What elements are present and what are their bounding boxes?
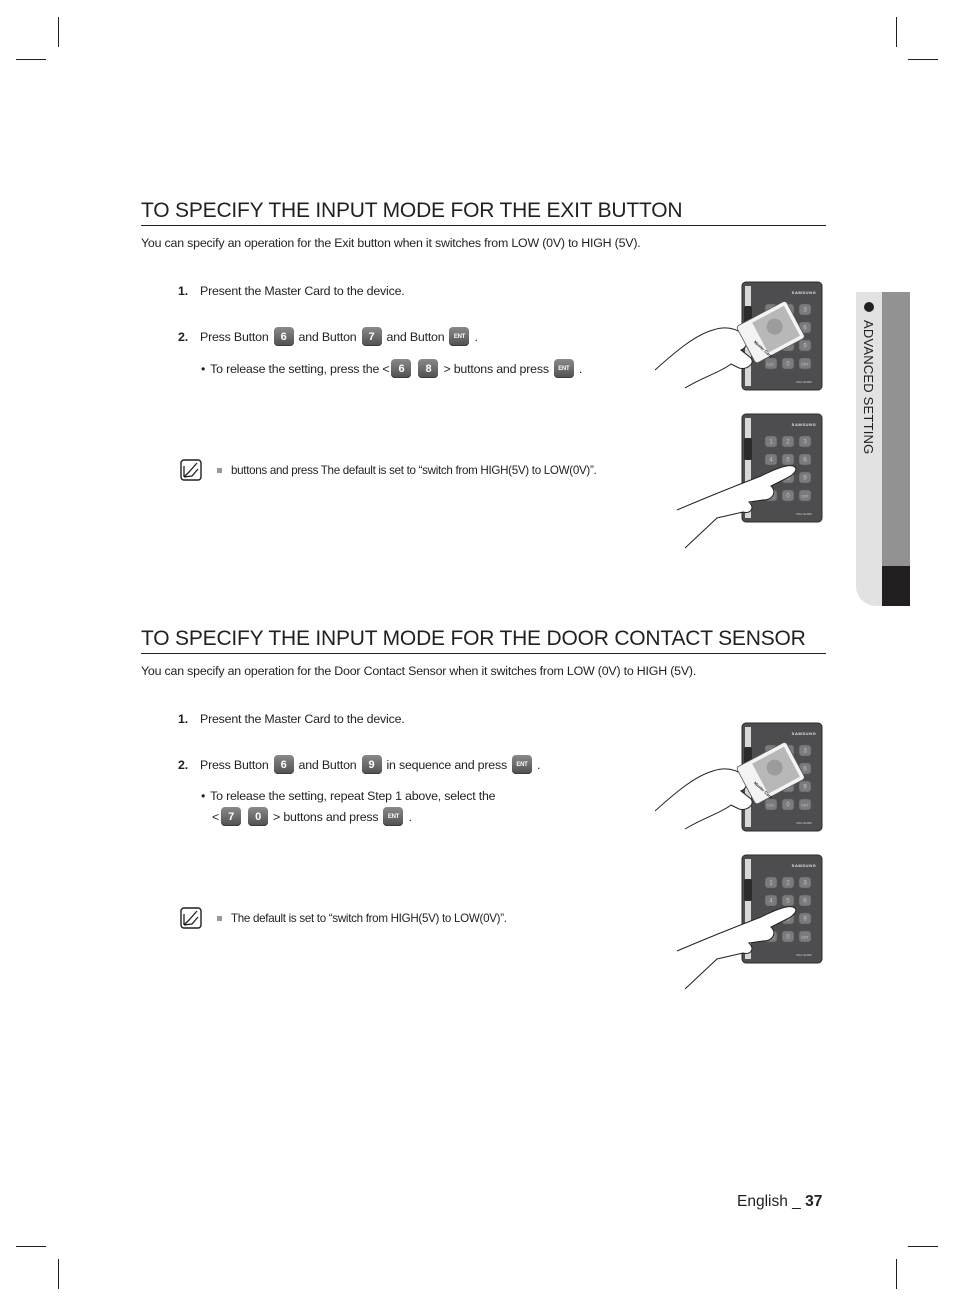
note-text: buttons and press The default is set to … <box>231 463 597 477</box>
side-tab-dark <box>882 566 910 606</box>
hand-outline <box>655 327 753 389</box>
crop-mark <box>16 59 46 60</box>
step-2: 2. Press Button 6 and Button 7 and Butto… <box>178 327 478 346</box>
step-number: 2. <box>178 329 188 344</box>
page-number: 37 <box>805 1193 823 1210</box>
crop-mark <box>58 1259 59 1289</box>
illustration-present-card: SAMSUNG123456789ESC0ENTSSA-S2000Master C… <box>655 722 823 832</box>
crop-mark <box>16 1246 46 1247</box>
key-icon: 6 <box>391 359 412 378</box>
step-number: 1. <box>178 712 188 726</box>
bullet-text: . <box>408 809 412 824</box>
device-model: SSA-S2000 <box>796 821 812 825</box>
key-icon: 6 <box>273 755 294 774</box>
step-text: Present the Master Card to the device. <box>200 712 405 726</box>
note-bullet <box>217 467 222 473</box>
device-key-label: ESC <box>767 804 775 808</box>
device-led <box>744 438 752 460</box>
step-text: . <box>536 757 541 772</box>
device-key-label: ESC <box>767 363 775 367</box>
section-intro: You can specify an operation for the Exi… <box>141 236 641 250</box>
step-text: in sequence and press <box>386 757 508 772</box>
enter-key-icon: ENT <box>511 755 532 774</box>
device-brand: SAMSUNG <box>792 863 817 868</box>
note: buttons and press The default is set to … <box>180 459 597 481</box>
note-bullet <box>217 915 222 921</box>
section-intro: You can specify an operation for the Doo… <box>141 664 697 678</box>
bullet-text: . <box>578 361 583 376</box>
device-model: SSA-S2000 <box>796 512 812 516</box>
step-text: and Button <box>298 757 357 772</box>
device-brand: SAMSUNG <box>792 290 817 295</box>
enter-key-icon: ENT <box>383 807 404 826</box>
crop-mark <box>896 1259 897 1289</box>
bullet-dot: • <box>201 361 206 376</box>
device-model: SSA-S2000 <box>796 380 812 384</box>
step-text: . <box>474 329 478 344</box>
device-key-label: ENT <box>802 363 810 367</box>
step-2: 2. Press Button 6 and Button 9 in sequen… <box>178 755 540 774</box>
bullet-dot: • <box>201 789 206 803</box>
enter-key-icon: ENT <box>553 359 574 378</box>
release-instruction: • To release the setting, repeat Step 1 … <box>201 789 496 803</box>
bullet-text: To release the setting, repeat Step 1 ab… <box>210 789 496 803</box>
device-key-label: ENT <box>802 936 810 940</box>
step-number: 2. <box>178 757 188 772</box>
chapter-side-tab: ADVANCED SETTING <box>856 292 910 606</box>
release-instruction-cont: < 7 0 > buttons and press ENT . <box>212 807 412 826</box>
bullet-text: > buttons and press <box>273 809 379 824</box>
side-tab-mid <box>882 292 910 566</box>
crop-mark <box>896 17 897 47</box>
release-instruction: • To release the setting, press the < 6 … <box>201 359 582 378</box>
step-number: 1. <box>178 284 188 298</box>
key-icon: 8 <box>418 359 439 378</box>
step-text: and Button <box>386 329 445 344</box>
device-key-label: ENT <box>802 804 810 808</box>
step-1: 1. Present the Master Card to the device… <box>178 284 405 298</box>
footer-language: English _ <box>737 1193 806 1210</box>
illustration-press-button: SAMSUNG123456789ESC0ENTSSA-S2000 <box>676 854 823 990</box>
note: The default is set to “switch from HIGH(… <box>180 907 507 929</box>
bullet-text: > buttons and press <box>443 361 549 376</box>
step-text: Press Button <box>200 329 269 344</box>
device-led <box>744 879 752 901</box>
bullet-dot-icon <box>864 302 874 312</box>
device-brand: SAMSUNG <box>792 422 817 427</box>
page-footer: English _ 37 <box>737 1193 822 1211</box>
section-title-exit-button: TO SPECIFY THE INPUT MODE FOR THE EXIT B… <box>141 199 826 226</box>
key-icon: 7 <box>221 807 242 826</box>
illustration-press-button: SAMSUNG123456789ESC0ENTSSA-S2000 <box>676 413 823 549</box>
hand-outline <box>655 768 753 830</box>
step-text: Press Button <box>200 757 269 772</box>
key-icon: 6 <box>273 327 294 346</box>
step-1: 1. Present the Master Card to the device… <box>178 712 405 726</box>
device-brand: SAMSUNG <box>792 731 817 736</box>
device-model: SSA-S2000 <box>796 953 812 957</box>
device-key-label: ENT <box>802 495 810 499</box>
note-pencil-icon <box>180 907 202 929</box>
crop-mark <box>908 59 938 60</box>
crop-mark <box>58 17 59 47</box>
note-pencil-icon <box>180 459 202 481</box>
enter-key-icon: ENT <box>449 327 470 346</box>
step-text: and Button <box>298 329 357 344</box>
key-icon: 7 <box>361 327 382 346</box>
crop-mark <box>908 1246 938 1247</box>
illustration-present-card: SAMSUNG123456789ESC0ENTSSA-S2000Master C… <box>655 281 823 391</box>
step-text: Present the Master Card to the device. <box>200 284 405 298</box>
chapter-label: ADVANCED SETTING <box>861 320 876 455</box>
note-text: The default is set to “switch from HIGH(… <box>231 911 507 925</box>
bullet-text: < <box>212 809 220 824</box>
key-icon: 9 <box>361 755 382 774</box>
bullet-text: To release the setting, press the < <box>210 361 390 376</box>
section-title-door-contact-sensor: TO SPECIFY THE INPUT MODE FOR THE DOOR C… <box>141 627 826 654</box>
key-icon: 0 <box>248 807 269 826</box>
